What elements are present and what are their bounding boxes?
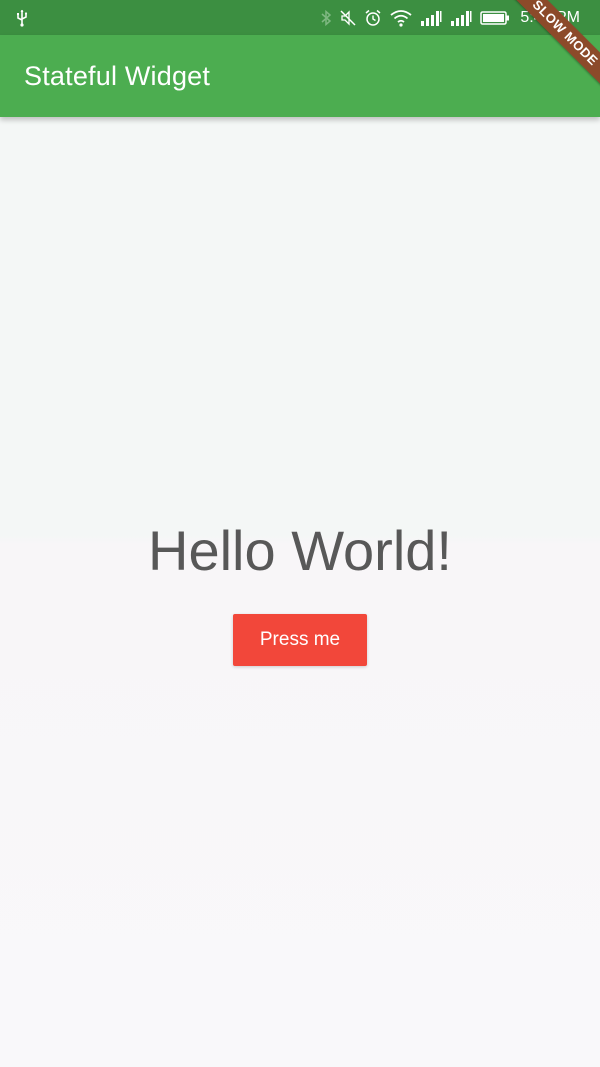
status-bar: 5:48 PM bbox=[0, 0, 600, 35]
signal-icon bbox=[450, 9, 472, 27]
hello-text: Hello World! bbox=[148, 519, 452, 582]
alarm-icon bbox=[364, 9, 382, 27]
status-time: 5:48 PM bbox=[520, 8, 580, 26]
main-content: Hello World! Press me bbox=[0, 117, 600, 1067]
app-bar-title: Stateful Widget bbox=[24, 60, 211, 91]
wifi-icon bbox=[390, 9, 412, 27]
mute-icon bbox=[340, 9, 356, 27]
signal-icon bbox=[420, 9, 442, 27]
bluetooth-icon bbox=[320, 9, 332, 27]
status-bar-right: 5:48 PM bbox=[320, 9, 586, 27]
usb-icon bbox=[14, 9, 30, 27]
press-me-button[interactable]: Press me bbox=[233, 614, 367, 666]
app-bar: Stateful Widget bbox=[0, 35, 600, 117]
battery-icon bbox=[480, 10, 510, 26]
status-bar-left bbox=[14, 9, 30, 27]
